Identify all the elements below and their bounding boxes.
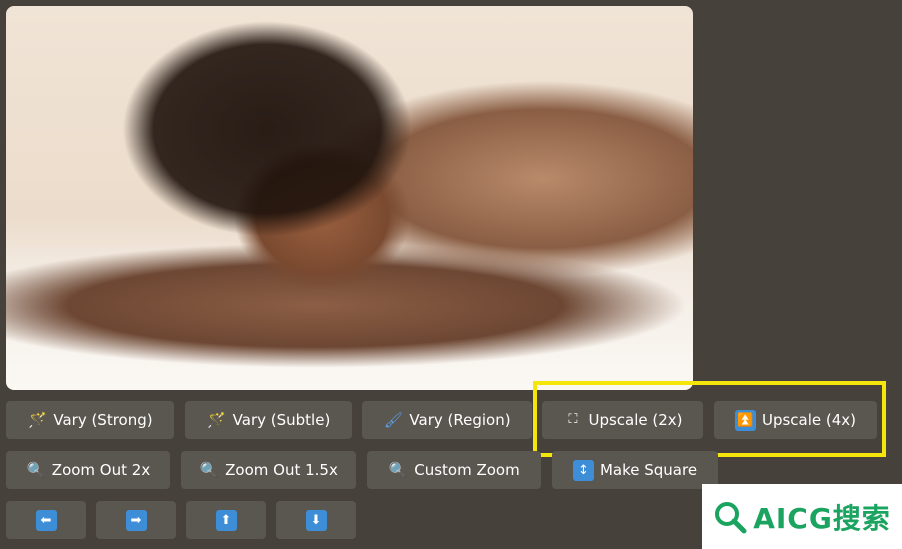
zoom-out-2x-label: Zoom Out 2x bbox=[51, 461, 151, 479]
watermark-magnifier-icon bbox=[715, 501, 747, 533]
watermark-text: AICG搜索 bbox=[753, 501, 891, 535]
zoom-out-2x-button[interactable]: 🔍 Zoom Out 2x bbox=[6, 451, 170, 489]
magnifier-icon: 🔍 bbox=[388, 461, 408, 479]
custom-zoom-label: Custom Zoom bbox=[414, 461, 520, 479]
arrow-down-icon: ⬇ bbox=[305, 509, 327, 531]
zoom-out-1-5x-label: Zoom Out 1.5x bbox=[225, 461, 338, 479]
pan-up-button[interactable]: ⬆ bbox=[186, 501, 266, 539]
pan-left-button[interactable]: ⬅ bbox=[6, 501, 86, 539]
magic-wand-icon: 🪄 bbox=[28, 411, 47, 429]
vary-strong-button[interactable]: 🪄 Vary (Strong) bbox=[6, 401, 174, 439]
magnifier-icon: 🔍 bbox=[199, 461, 219, 479]
make-square-button[interactable]: ↕ Make Square bbox=[552, 451, 718, 489]
pan-down-button[interactable]: ⬇ bbox=[276, 501, 356, 539]
vary-region-label: Vary (Region) bbox=[409, 411, 511, 429]
upscale-highlight-box bbox=[533, 381, 886, 457]
magic-wand-icon: 🪄 bbox=[207, 411, 227, 429]
custom-zoom-button[interactable]: 🔍 Custom Zoom bbox=[367, 451, 541, 489]
vary-subtle-button[interactable]: 🪄 Vary (Subtle) bbox=[185, 401, 352, 439]
vary-region-button[interactable]: 🖌 Vary (Region) bbox=[362, 401, 532, 439]
arrow-up-icon: ⬆ bbox=[215, 509, 237, 531]
up-down-arrow-icon: ↕ bbox=[572, 459, 594, 481]
generated-image[interactable] bbox=[6, 6, 693, 390]
magnifier-icon: 🔍 bbox=[26, 461, 46, 479]
pan-right-button[interactable]: ➡ bbox=[96, 501, 176, 539]
vary-subtle-label: Vary (Subtle) bbox=[232, 411, 331, 429]
zoom-out-1-5x-button[interactable]: 🔍 Zoom Out 1.5x bbox=[181, 451, 356, 489]
make-square-label: Make Square bbox=[599, 461, 698, 479]
paintbrush-icon: 🖌 bbox=[383, 411, 403, 429]
arrow-left-icon: ⬅ bbox=[35, 509, 57, 531]
arrow-right-icon: ➡ bbox=[125, 509, 147, 531]
vary-strong-label: Vary (Strong) bbox=[53, 411, 153, 429]
watermark: AICG搜索 bbox=[702, 484, 902, 549]
